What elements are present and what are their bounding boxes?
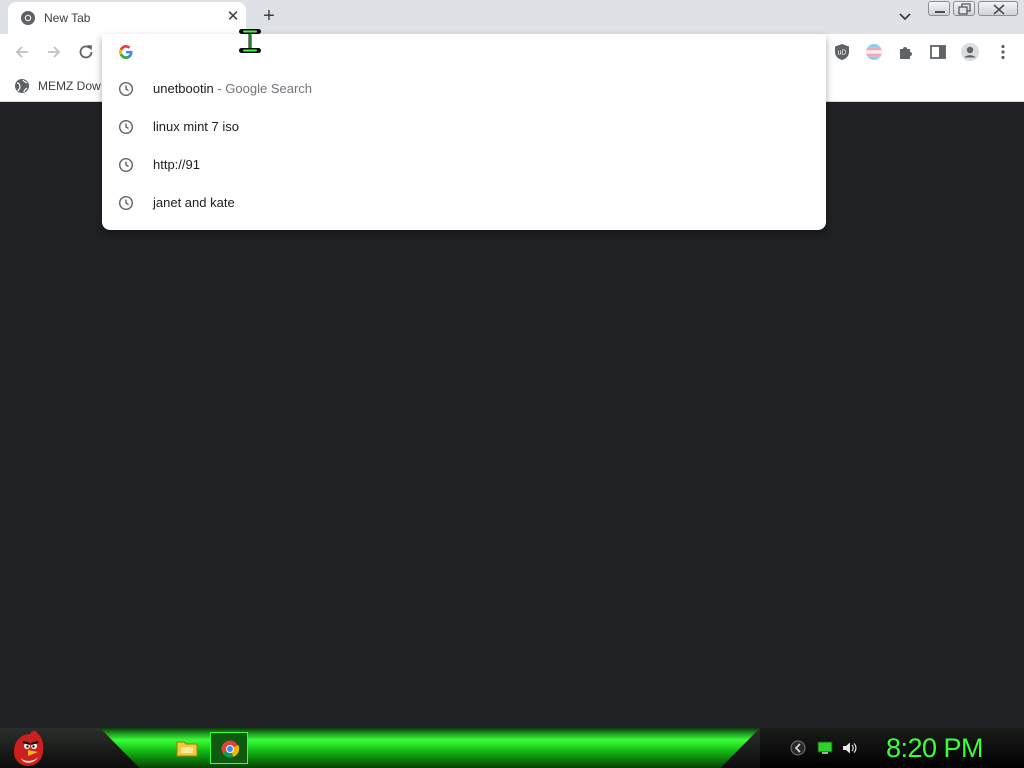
pride-flag-extension-icon[interactable] [864, 42, 884, 62]
suggestion-text: janet and kate [153, 195, 235, 210]
suggestion-text: linux mint 7 iso [153, 119, 239, 134]
back-arrow-icon[interactable] [12, 42, 32, 62]
suggestion-source: Google Search [225, 81, 313, 96]
taskbar-chrome-button[interactable] [210, 732, 248, 764]
suggestion-item[interactable]: unetbootin - Google Search [102, 70, 826, 108]
history-clock-icon [118, 157, 134, 173]
window-close-button[interactable] [978, 1, 1018, 16]
taskbar-clock[interactable]: 8:20 PM [886, 733, 984, 764]
suggestion-separator: - [213, 81, 226, 96]
tab-strip: New Tab ✕ + [0, 0, 1024, 34]
close-window-icon [993, 4, 1005, 15]
history-clock-icon [118, 81, 134, 97]
text-cursor-icon [239, 29, 261, 53]
tab-search-chevron-icon[interactable] [895, 8, 915, 26]
minimize-icon [935, 11, 945, 13]
chrome-icon [221, 740, 239, 758]
profile-avatar-icon[interactable] [960, 42, 980, 62]
start-button-angry-bird-icon[interactable] [8, 728, 48, 768]
suggestion-item[interactable]: janet and kate [102, 184, 826, 222]
window-restore-button[interactable] [953, 1, 975, 16]
back-arrow-icon[interactable] [790, 740, 806, 756]
new-tab-button[interactable]: + [258, 6, 280, 28]
bookmark-label: MEMZ Dow [38, 79, 101, 93]
suggestion-text: http://91 [153, 157, 200, 172]
ublock-icon[interactable]: uD [832, 42, 852, 62]
suggestion-item[interactable]: http://91 [102, 146, 826, 184]
network-icon[interactable] [817, 740, 833, 756]
puzzle-extensions-icon[interactable] [896, 42, 916, 62]
suggestion-query: unetbootin [153, 81, 214, 96]
chrome-favicon-icon [21, 11, 35, 25]
google-g-icon [119, 45, 133, 59]
history-clock-icon [118, 195, 134, 211]
taskbar: 8:20 PM [0, 728, 1024, 768]
tab-title: New Tab [44, 11, 91, 25]
globe-icon [15, 79, 29, 93]
suggestion-text: unetbootin - Google Search [153, 81, 312, 96]
reload-icon[interactable] [76, 42, 96, 62]
restore-icon [958, 3, 971, 15]
kebab-menu-icon[interactable] [993, 42, 1013, 62]
svg-text:uD: uD [838, 50, 847, 57]
address-bar-input[interactable] [146, 40, 746, 64]
omnibox-dropdown: unetbootin - Google Search linux mint 7 … [102, 34, 826, 230]
side-panel-icon[interactable] [928, 42, 948, 62]
window-minimize-button[interactable] [928, 1, 950, 16]
history-clock-icon [118, 119, 134, 135]
tab-close-icon[interactable]: ✕ [224, 8, 242, 26]
suggestion-item[interactable]: linux mint 7 iso [102, 108, 826, 146]
forward-arrow-icon[interactable] [44, 42, 64, 62]
tab-new-tab[interactable]: New Tab ✕ [8, 2, 246, 34]
file-explorer-icon[interactable] [176, 738, 198, 758]
taskbar-glow [100, 728, 760, 768]
volume-icon[interactable] [841, 740, 857, 756]
